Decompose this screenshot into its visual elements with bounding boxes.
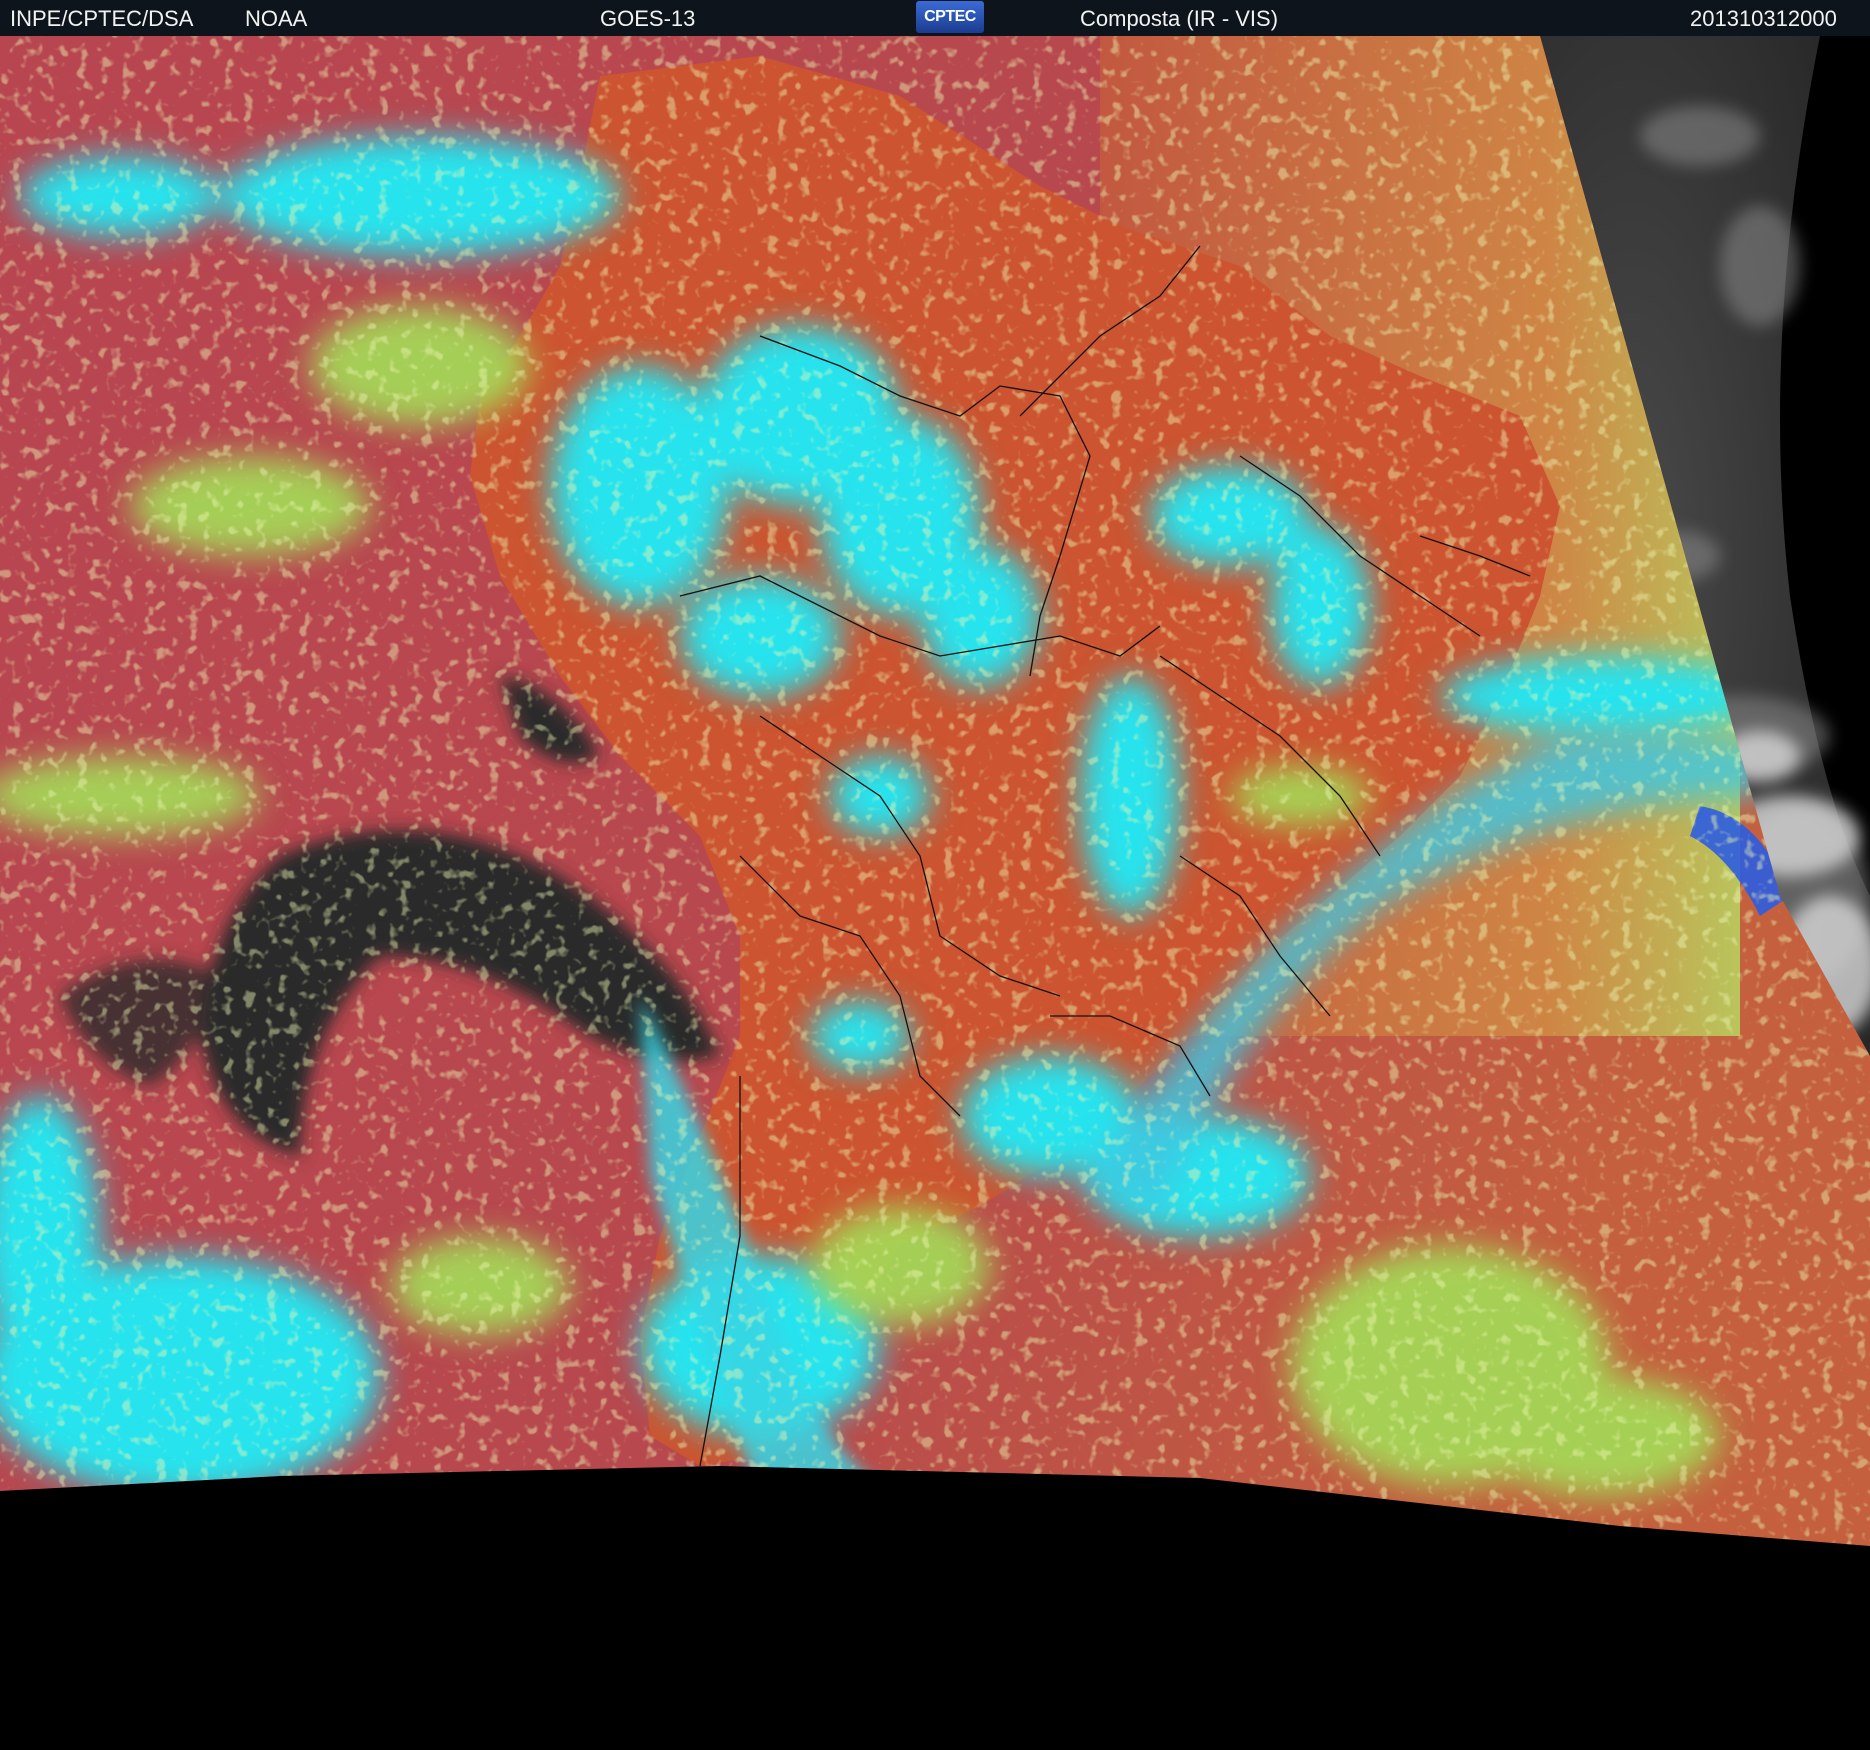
source-label: NOAA bbox=[245, 6, 308, 31]
satellite-image bbox=[0, 36, 1870, 1750]
composite-disk bbox=[0, 36, 1870, 1546]
product-label: Composta (IR - VIS) bbox=[1080, 6, 1279, 31]
agency-label: INPE/CPTEC/DSA bbox=[10, 6, 194, 31]
cptec-logo: CPTEC bbox=[916, 1, 984, 33]
header-bar: INPE/CPTEC/DSA NOAA GOES-13 CPTEC Compos… bbox=[0, 0, 1870, 36]
satellite-label: GOES-13 bbox=[600, 6, 696, 31]
timestamp-label: 201310312000 bbox=[1690, 6, 1837, 31]
